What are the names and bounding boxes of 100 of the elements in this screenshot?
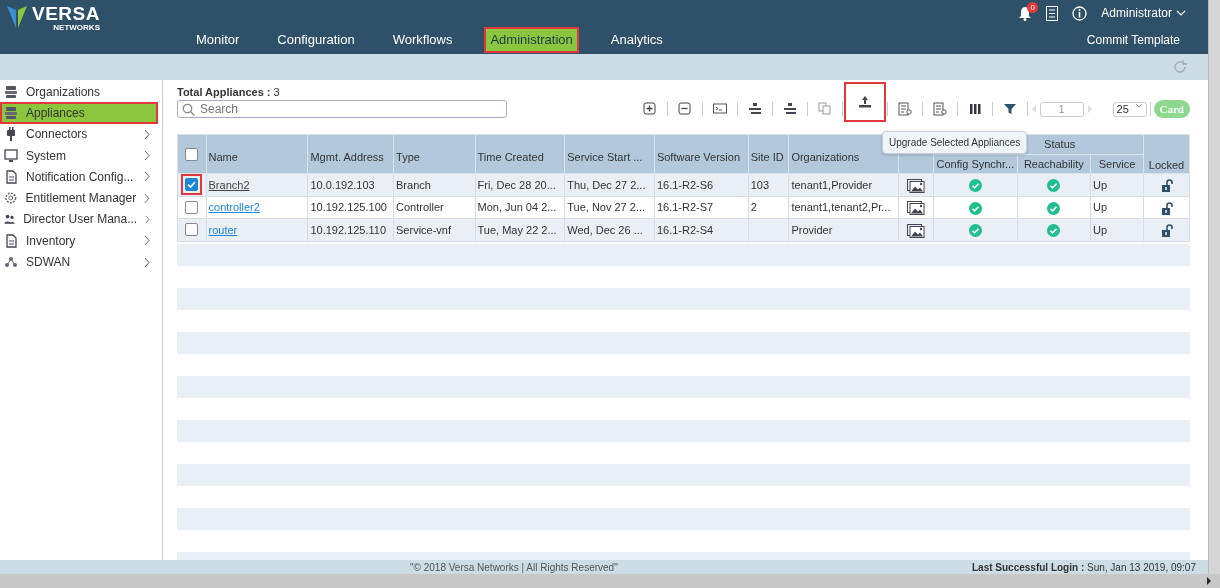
table-cell: Up <box>1093 223 1108 236</box>
checklist-icon <box>1046 5 1059 21</box>
table-cell: 103 <box>750 178 769 191</box>
document-icon <box>4 169 18 184</box>
sidebar-item[interactable]: Connectors <box>0 123 158 145</box>
select-all-checkbox[interactable] <box>185 148 199 162</box>
plus-icon <box>642 102 657 117</box>
total-appliances: Total Appliances : 3 <box>177 86 281 99</box>
monitor-icon <box>4 148 18 163</box>
sidebar-item[interactable]: Entitlement Manager <box>0 187 158 209</box>
table-cell: Wed, Dec 26 ... <box>567 223 643 236</box>
columns-icon <box>967 102 982 117</box>
unlocked-icon[interactable] <box>1160 224 1173 238</box>
sidebar-item[interactable]: Inventory <box>0 230 158 252</box>
tooltip: Upgrade Selected Appliances <box>882 131 1028 154</box>
chevron-down-icon <box>1134 102 1143 108</box>
sidebar-item[interactable]: Director User Mana... <box>0 208 158 231</box>
upgrade-button[interactable] <box>845 84 884 121</box>
images-icon <box>907 223 926 238</box>
nav-tab[interactable]: Workflows <box>386 27 459 53</box>
table-cell: Provider <box>791 223 833 236</box>
scroll-right-icon <box>1206 577 1212 585</box>
plug-icon <box>4 127 18 142</box>
chevron-right-icon <box>144 171 150 183</box>
server-icon <box>4 105 18 120</box>
unlocked-icon[interactable] <box>1160 201 1173 215</box>
search-field[interactable]: Search <box>177 100 507 119</box>
nav-tab[interactable]: Analytics <box>604 27 669 53</box>
table-cell: Tue, May 22 2... <box>477 223 557 236</box>
unlocked-icon[interactable] <box>1160 179 1173 193</box>
gear-icon <box>4 191 18 206</box>
device-icon <box>747 102 762 117</box>
chevron-right-icon <box>144 192 150 204</box>
table-cell: 10.192.125.100 <box>310 201 387 214</box>
table-cell: 10.192.125.110 <box>310 223 387 236</box>
table-cell: Up <box>1093 178 1108 191</box>
chevron-right-icon <box>144 128 150 140</box>
table-cell: tenant1,Provider <box>791 178 873 191</box>
column-group-header: Status <box>1044 138 1076 151</box>
filter-icon <box>1002 102 1017 117</box>
sidebar-item[interactable]: Notification Config... <box>0 166 158 188</box>
copyright-text: "© 2018 Versa Networks | All Rights Reserved" <box>410 560 618 575</box>
upload-icon <box>857 95 872 110</box>
images-icon <box>907 178 926 193</box>
table-cell: Up <box>1093 201 1108 214</box>
table-cell: Controller <box>396 201 444 214</box>
sidebar-item[interactable]: System <box>0 144 158 167</box>
check-icon <box>186 179 198 191</box>
chevron-down-icon <box>1176 10 1186 16</box>
info-icon <box>1072 5 1088 21</box>
nodes-icon <box>4 255 18 269</box>
notification-badge: 0 <box>1027 1 1039 13</box>
table-cell: tenant1,tenant2,Pr... <box>791 201 891 214</box>
page-size-select[interactable]: 25 <box>1112 101 1147 117</box>
chevron-right-icon <box>144 235 150 247</box>
device-icon <box>782 102 797 117</box>
chevron-right-icon <box>145 213 150 225</box>
column-header[interactable]: Type <box>396 150 420 163</box>
chevron-right-icon <box>144 150 150 162</box>
search-icon <box>182 103 195 117</box>
minus-icon <box>677 102 692 117</box>
sidebar-item[interactable]: Appliances <box>0 102 158 124</box>
row-checkbox[interactable] <box>181 174 203 196</box>
table-cell: Service-vnf <box>396 223 452 236</box>
commit-template-button[interactable]: Commit Template <box>1080 30 1186 50</box>
copy-icon <box>817 102 832 117</box>
next-icon <box>1086 104 1093 115</box>
table-cell: Tue, Nov 27 2... <box>567 201 646 214</box>
logo-text: VERSA <box>32 4 100 23</box>
terminal-icon <box>712 102 727 117</box>
table-cell: Branch <box>396 178 431 191</box>
table-cell: Thu, Dec 27 2... <box>567 178 646 191</box>
sidebar-item[interactable]: Organizations <box>0 81 158 103</box>
table-cell: Fri, Dec 28 20... <box>477 178 556 191</box>
table-cell: 16.1-R2-S6 <box>656 178 714 191</box>
list-icon <box>932 102 947 117</box>
list-icon <box>897 102 912 117</box>
table-cell: 10.0.192.103 <box>310 178 375 191</box>
nav-tab[interactable]: Monitor <box>190 27 246 53</box>
logo-subtext: NETWORKS <box>52 22 100 34</box>
scrollbar[interactable] <box>1208 0 1220 574</box>
nav-tab[interactable]: Administration <box>484 27 579 53</box>
sidebar-item[interactable]: SDWAN <box>0 251 158 273</box>
chevron-right-icon <box>144 256 150 268</box>
table-cell: 2 <box>750 201 757 214</box>
document-icon <box>4 233 18 248</box>
server-icon <box>4 84 18 99</box>
table-cell: 16.1-R2-S7 <box>656 201 714 214</box>
images-icon <box>907 201 926 216</box>
refresh-icon <box>1172 59 1188 75</box>
table-cell: 16.1-R2-S4 <box>656 223 714 236</box>
nav-tab[interactable]: Configuration <box>271 27 361 53</box>
last-login-text: Last Successful Login : Sun, Jan 13 2019, 09:07 <box>972 560 1197 575</box>
logo-icon <box>6 4 28 30</box>
people-icon <box>4 212 16 227</box>
column-header[interactable]: Name <box>208 150 238 163</box>
previous-icon <box>1030 104 1037 115</box>
bell-icon <box>1018 5 1033 21</box>
table-cell: Mon, Jun 04 2... <box>477 201 557 214</box>
user-menu[interactable]: Administrator <box>1101 4 1186 22</box>
